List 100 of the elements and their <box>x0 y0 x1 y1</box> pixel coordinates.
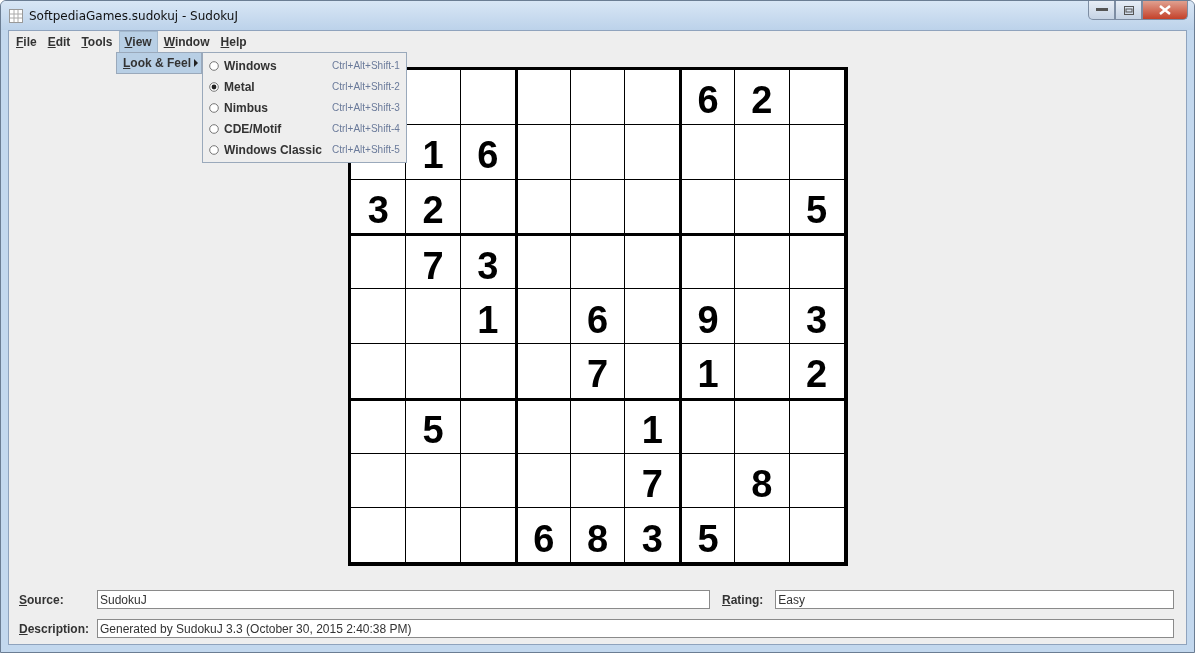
sudoku-cell[interactable]: 3 <box>351 179 407 235</box>
sudoku-cell[interactable]: 8 <box>735 453 790 509</box>
sudoku-cell[interactable] <box>406 344 461 399</box>
submenu-arrow-icon <box>194 59 199 67</box>
sudoku-cell[interactable] <box>680 398 735 454</box>
sudoku-cell[interactable]: 9 <box>680 289 735 344</box>
sudoku-cell[interactable]: 2 <box>789 344 845 399</box>
radio-menu-item[interactable]: Metal Ctrl+Alt+Shift-2 <box>203 76 400 97</box>
sudoku-cell[interactable] <box>625 234 681 290</box>
sudoku-cell[interactable] <box>735 344 790 399</box>
sudoku-cell[interactable] <box>680 124 735 180</box>
sudoku-cell[interactable]: 6 <box>515 508 571 564</box>
sudoku-cell[interactable] <box>406 508 461 564</box>
sudoku-cell[interactable] <box>789 453 845 509</box>
sudoku-cell[interactable] <box>515 398 571 454</box>
sudoku-cell[interactable] <box>789 508 845 564</box>
sudoku-cell[interactable]: 1 <box>680 344 735 399</box>
window-title: SoftpediaGames.sudokuj - SudokuJ <box>29 8 239 23</box>
sudoku-cell[interactable] <box>625 179 681 235</box>
sudoku-cell[interactable]: 1 <box>625 398 681 454</box>
menu-item[interactable]: Edit <box>42 31 76 52</box>
sudoku-cell[interactable] <box>735 179 790 235</box>
sudoku-cell[interactable] <box>351 398 407 454</box>
sudoku-cell[interactable]: 6 <box>570 289 626 344</box>
menu-item[interactable]: File <box>11 31 42 52</box>
sudoku-cell[interactable]: 7 <box>625 453 681 509</box>
menu-item[interactable]: Help <box>215 31 252 52</box>
sudoku-cell[interactable] <box>789 70 845 125</box>
sudoku-cell[interactable]: 2 <box>735 70 790 125</box>
sudoku-cell[interactable] <box>625 124 681 180</box>
sudoku-cell[interactable]: 1 <box>461 289 516 344</box>
sudoku-cell[interactable] <box>406 289 461 344</box>
app-icon <box>9 8 23 23</box>
field-label: Description: <box>19 621 90 636</box>
sudoku-cell[interactable] <box>515 124 571 180</box>
menu-item[interactable]: Look & Feel <box>117 53 202 73</box>
sudoku-cell[interactable] <box>570 70 626 125</box>
sudoku-cell[interactable] <box>789 124 845 180</box>
minimize-icon <box>1095 8 1108 12</box>
sudoku-cell[interactable] <box>461 344 516 399</box>
sudoku-cell[interactable] <box>680 453 735 509</box>
minimize-button[interactable] <box>1088 1 1115 20</box>
sudoku-cell[interactable] <box>570 234 626 290</box>
sudoku-cell[interactable]: 3 <box>625 508 681 564</box>
sudoku-cell[interactable] <box>625 344 681 399</box>
sudoku-cell[interactable]: 5 <box>789 179 845 235</box>
sudoku-cell[interactable]: 3 <box>789 289 845 344</box>
sudoku-cell[interactable] <box>789 234 845 290</box>
sudoku-cell[interactable] <box>735 234 790 290</box>
source-field[interactable]: SudokuJ <box>97 590 710 609</box>
radio-menu-item[interactable]: Windows Classic Ctrl+Alt+Shift-5 <box>203 139 400 160</box>
sudoku-cell[interactable] <box>515 344 571 399</box>
sudoku-cell[interactable] <box>461 70 516 125</box>
sudoku-cell[interactable] <box>625 70 681 125</box>
sudoku-cell[interactable] <box>515 289 571 344</box>
sudoku-cell[interactable]: 3 <box>461 234 516 290</box>
sudoku-cell[interactable] <box>515 453 571 509</box>
sudoku-cell[interactable] <box>351 289 407 344</box>
sudoku-cell[interactable] <box>735 398 790 454</box>
sudoku-cell[interactable] <box>570 398 626 454</box>
radio-menu-item[interactable]: Windows Ctrl+Alt+Shift-1 <box>203 55 400 76</box>
sudoku-cell[interactable]: 7 <box>406 234 461 290</box>
sudoku-cell[interactable] <box>515 234 571 290</box>
sudoku-cell[interactable]: 6 <box>680 70 735 125</box>
sudoku-cell[interactable]: 7 <box>570 344 626 399</box>
sudoku-cell[interactable] <box>680 234 735 290</box>
rating-field[interactable]: Easy <box>775 590 1174 609</box>
sudoku-cell[interactable]: 5 <box>680 508 735 564</box>
sudoku-cell[interactable] <box>570 179 626 235</box>
sudoku-cell[interactable] <box>680 179 735 235</box>
sudoku-cell[interactable]: 5 <box>406 398 461 454</box>
menu-item[interactable]: Tools <box>76 31 118 52</box>
sudoku-cell[interactable] <box>351 344 407 399</box>
sudoku-cell[interactable] <box>351 508 407 564</box>
sudoku-cell[interactable]: 2 <box>406 179 461 235</box>
sudoku-cell[interactable] <box>735 124 790 180</box>
description-field[interactable]: Generated by SudokuJ 3.3 (October 30, 2015 2:40:38 PM) <box>97 619 1174 638</box>
sudoku-cell[interactable] <box>461 398 516 454</box>
maximize-button[interactable] <box>1115 1 1142 20</box>
sudoku-cell[interactable] <box>570 124 626 180</box>
sudoku-cell[interactable] <box>515 179 571 235</box>
sudoku-cell[interactable] <box>351 453 407 509</box>
sudoku-cell[interactable] <box>789 398 845 454</box>
sudoku-cell[interactable] <box>406 453 461 509</box>
radio-menu-item[interactable]: CDE/Motif Ctrl+Alt+Shift-4 <box>203 118 400 139</box>
sudoku-cell[interactable] <box>461 179 516 235</box>
sudoku-cell[interactable] <box>735 289 790 344</box>
sudoku-cell[interactable] <box>461 508 516 564</box>
sudoku-cell[interactable] <box>625 289 681 344</box>
close-button[interactable] <box>1142 1 1188 20</box>
sudoku-cell[interactable]: 8 <box>570 508 626 564</box>
sudoku-cell[interactable] <box>351 234 407 290</box>
sudoku-cell[interactable] <box>570 453 626 509</box>
sudoku-cell[interactable] <box>735 508 790 564</box>
sudoku-cell[interactable] <box>461 453 516 509</box>
sudoku-cell[interactable]: 6 <box>461 124 516 180</box>
menu-item[interactable]: Window <box>158 31 215 52</box>
sudoku-cell[interactable] <box>515 70 571 125</box>
radio-menu-item[interactable]: Nimbus Ctrl+Alt+Shift-3 <box>203 97 400 118</box>
menu-item[interactable]: View <box>118 31 158 52</box>
